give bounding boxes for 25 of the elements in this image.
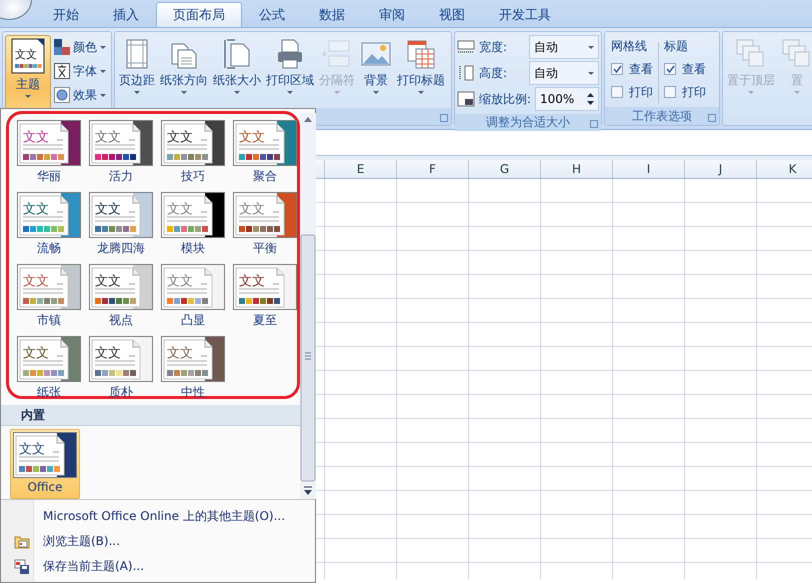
theme-preview-drawing: 文文: [89, 336, 153, 382]
theme-preview-drawing: 文文: [89, 264, 153, 310]
group-title: 工作表选项: [605, 107, 719, 125]
theme-preview-drawing: 文文: [233, 192, 297, 238]
theme-preview-drawing: 文文: [161, 336, 225, 382]
theme-preview-drawing: 文文: [89, 120, 153, 166]
option-title: 网格线: [611, 38, 648, 55]
theme-preview-drawing: 文文: [161, 264, 225, 310]
section-header: 内置: [1, 405, 300, 426]
theme-preview-drawing: 文文: [17, 192, 81, 238]
field-label: 宽度:: [479, 38, 508, 56]
theme-preview-drawing: 文文: [17, 120, 81, 166]
theme-preview-drawing: 文文: [233, 120, 297, 166]
option-title: 标题: [664, 38, 689, 55]
theme-preview-drawing: 文文: [17, 336, 81, 382]
group-title: 调整为合适大小: [455, 114, 601, 131]
theme-preview-drawing: 文文: [17, 264, 81, 310]
theme-preview-drawing: 文文: [161, 192, 225, 238]
theme-preview-drawing: 文文: [161, 120, 225, 166]
theme-preview-drawing: 文文: [89, 192, 153, 238]
theme-preview-drawing: 文文: [233, 264, 297, 310]
field-label: 高度:: [479, 64, 508, 82]
theme-document-icon: 文文: [11, 38, 45, 74]
theme-preview-drawing: 文文: [13, 432, 77, 478]
field-label: 缩放比例:: [479, 90, 532, 108]
